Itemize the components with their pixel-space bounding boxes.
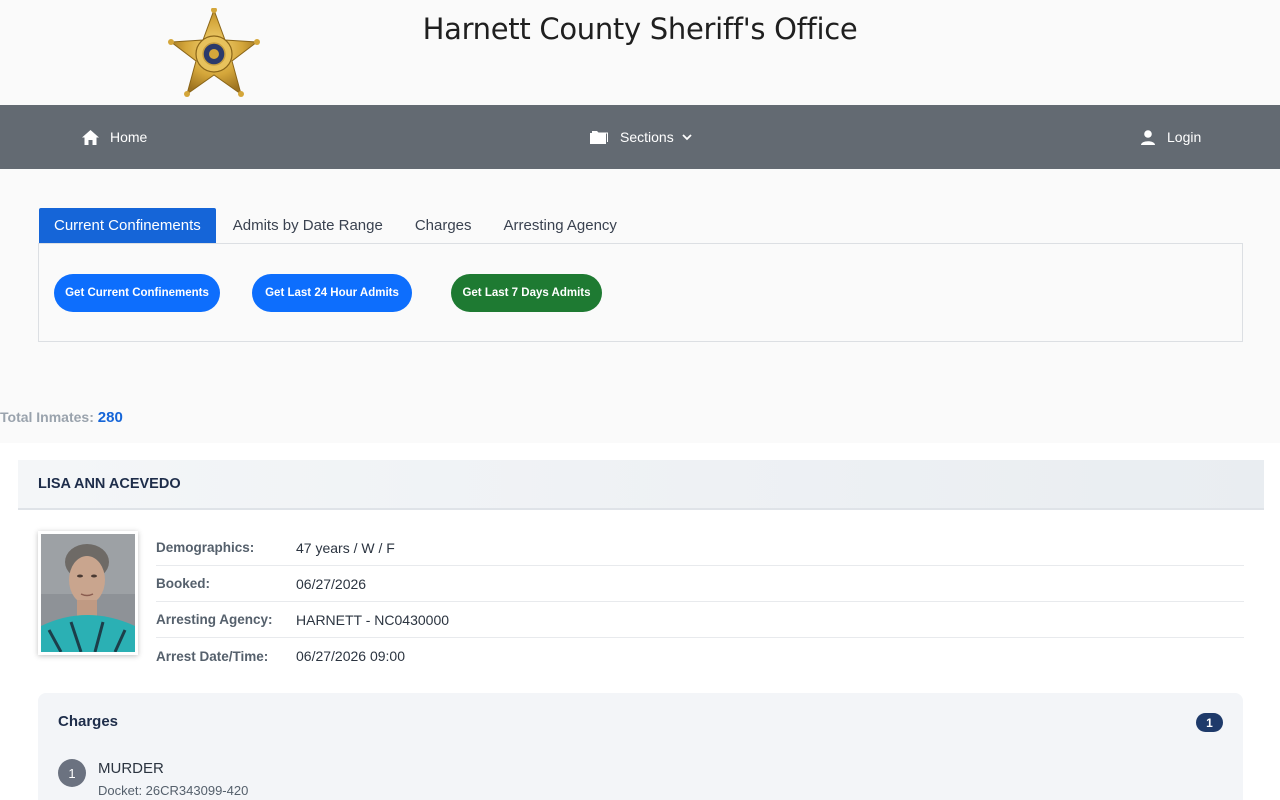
inmate-name[interactable]: LISA ANN ACEVEDO [18,460,1264,510]
inmate-card: LISA ANN ACEVEDO Demographics: 47 years … [0,443,1280,800]
mugshot-image [41,534,135,653]
get-current-confinements-button[interactable]: Get Current Confinements [54,274,220,312]
nav-home-label: Home [110,129,148,145]
charge-number-badge: 1 [58,759,86,787]
home-icon [82,129,99,145]
nav-sections-label: Sections [620,129,674,145]
tab-arresting-agency[interactable]: Arresting Agency [489,208,632,243]
detail-label: Arresting Agency: [156,612,273,627]
get-last-7-days-admits-button[interactable]: Get Last 7 Days Admits [451,274,602,312]
site-title: Harnett County Sheriff's Office [422,12,858,46]
inmate-photo[interactable] [38,531,138,655]
tab-panel: Get Current Confinements Get Last 24 Hou… [38,243,1243,342]
charge-name: MURDER [98,760,164,777]
nav-home[interactable]: Home [82,105,147,169]
detail-row-booked: Booked: 06/27/2026 [156,566,1244,602]
nav-sections-dropdown[interactable]: Sections [590,105,692,169]
detail-label: Booked: [156,576,210,591]
tab-admits-by-date-range[interactable]: Admits by Date Range [218,208,398,243]
tab-charges[interactable]: Charges [400,208,487,243]
main-navbar: Home Sections Login [0,105,1280,169]
charges-section: Charges 1 1 MURDER Docket: 26CR343099-42… [38,693,1243,800]
tab-current-confinements[interactable]: Current Confinements [39,208,216,243]
detail-row-demographics: Demographics: 47 years / W / F [156,530,1244,566]
charges-count-badge: 1 [1196,713,1223,732]
charge-docket: Docket: 26CR343099-420 [98,783,249,798]
detail-label: Arrest Date/Time: [156,648,269,664]
total-inmates: Total Inmates: 280 [0,409,123,426]
chevron-down-icon [682,133,692,140]
confinement-tabs: Current Confinements Admits by Date Rang… [39,208,634,243]
detail-value: 06/27/2026 09:00 [296,648,405,664]
detail-value: HARNETT - NC0430000 [296,611,450,628]
user-icon [1141,129,1155,145]
detail-value: 06/27/2026 [296,575,367,592]
detail-row-arrest-datetime: Arrest Date/Time: 06/27/2026 09:00 [156,638,1244,674]
detail-row-arresting-agency: Arresting Agency: HARNETT - NC0430000 [156,602,1244,638]
folder-icon [590,130,608,144]
detail-value: 47 years / W / F [296,539,395,556]
nav-login[interactable]: Login [1140,105,1201,169]
total-inmates-count: 280 [97,409,123,426]
nav-login-label: Login [1167,129,1202,145]
total-inmates-label: Total Inmates: [0,409,94,425]
get-last-24-hour-admits-button[interactable]: Get Last 24 Hour Admits [252,274,412,312]
detail-label: Demographics: [156,540,255,555]
charges-title: Charges [58,713,119,730]
site-header: Harnett County Sheriff's Office [0,0,1280,105]
inmate-details: Demographics: 47 years / W / F Booked: 0… [156,530,1244,674]
